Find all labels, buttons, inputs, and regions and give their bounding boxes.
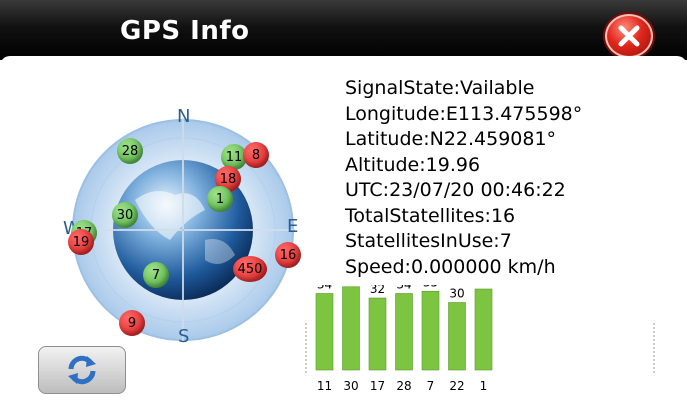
close-icon — [618, 25, 640, 47]
signal-bar — [315, 293, 334, 371]
longitude-text: Longitude:E113.475598° — [345, 102, 583, 125]
satellite-marker: 7 — [143, 262, 169, 288]
bar-value-label: 30 — [449, 287, 464, 301]
compass-east: E — [287, 216, 299, 237]
bar-value-label: 32 — [370, 285, 385, 296]
signal-strength-chart: 34113730321734283573022361 — [305, 285, 655, 393]
compass-south: S — [178, 326, 190, 347]
latitude-text: Latitude:N22.459081° — [345, 128, 557, 150]
satellite-marker: 9 — [119, 310, 145, 336]
satellite-marker: 1 — [207, 186, 233, 212]
bar-category-label: 22 — [449, 379, 464, 393]
bar-value-label: 34 — [317, 285, 332, 292]
speed-text: Speed:0.000000 km/h — [345, 255, 556, 278]
gps-info-list: SignalState:Vailable Longitude:E113.4755… — [345, 76, 582, 280]
bar-category-label: 1 — [480, 379, 488, 393]
altitude-text: Altitude:19.96 — [345, 153, 481, 176]
signal-bar — [474, 288, 493, 371]
total-satellites-text: TotalStatellites:16 — [345, 204, 516, 227]
compass-north: N — [177, 106, 191, 127]
bar-value-label: 35 — [423, 285, 438, 289]
signal-bar — [342, 286, 360, 371]
title-bar: GPS Info — [0, 0, 687, 60]
signal-bar — [368, 297, 387, 371]
sky-view: N S E W 28 11 8 18 1 30 17 19 16 450 7 9 — [55, 100, 325, 350]
bar-category-label: 11 — [317, 379, 332, 393]
bar-category-label: 17 — [370, 379, 385, 393]
bar-value-label: 36 — [476, 285, 491, 287]
bar-category-label: 30 — [343, 379, 358, 393]
close-button[interactable] — [605, 14, 653, 58]
satellite-marker: 16 — [275, 242, 301, 268]
satellite-marker: 28 — [117, 138, 143, 164]
refresh-icon — [68, 355, 96, 385]
satellites-in-use-text: StatellitesInUse:7 — [345, 230, 512, 252]
bar-value-label: 34 — [396, 285, 411, 292]
signal-bar — [421, 290, 440, 371]
satellite-marker: 450 — [233, 256, 267, 282]
signal-bar — [395, 293, 413, 371]
signal-bar — [448, 302, 466, 371]
bar-category-label: 7 — [427, 379, 435, 393]
bar-category-label: 28 — [396, 379, 411, 393]
window-title: GPS Info — [120, 16, 250, 46]
refresh-button[interactable] — [38, 346, 126, 394]
signal-state-text: SignalState:Vailable — [345, 77, 535, 99]
satellite-marker: 30 — [112, 202, 138, 228]
utc-text: UTC:23/07/20 00:46:22 — [345, 179, 566, 201]
satellite-marker: 8 — [243, 142, 269, 168]
globe-icon — [65, 110, 305, 345]
satellite-marker: 19 — [68, 229, 94, 255]
